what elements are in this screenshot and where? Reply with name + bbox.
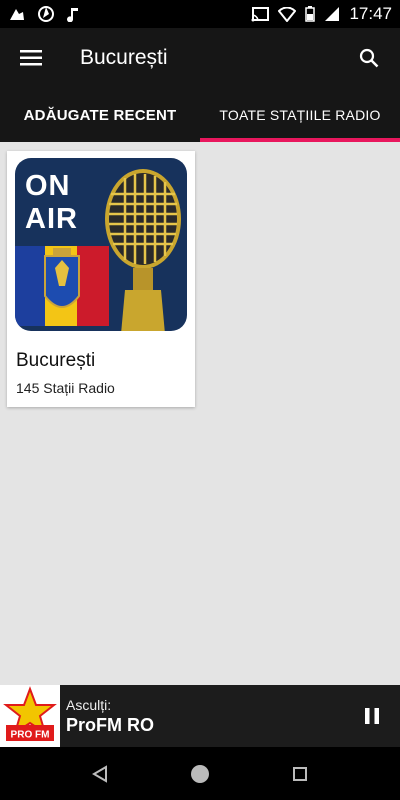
search-button[interactable] (338, 28, 400, 88)
on-air-microphone-image: ON AIR (15, 158, 187, 331)
nav-back-button[interactable] (85, 759, 115, 789)
now-playing-bar[interactable]: PRO FM Asculți: ProFM RO (0, 685, 400, 747)
status-time: 17:47 (349, 4, 392, 23)
menu-button[interactable] (0, 28, 62, 88)
on-air-text: ON AIR (25, 170, 78, 236)
station-card-title: București (16, 350, 96, 371)
now-playing-station: ProFM RO (66, 714, 154, 735)
app-bar: București (0, 28, 400, 88)
station-card[interactable]: ON AIR București 145 Stații Radio (7, 151, 195, 407)
now-playing-label: Asculți: (66, 696, 112, 713)
station-logo: PRO FM (0, 685, 60, 747)
signal-icon (325, 7, 340, 21)
tab-bar: ADĂUGATE RECENT TOATE STAȚIILE RADIO (0, 88, 400, 142)
tab-all-radio-stations[interactable]: TOATE STAȚIILE RADIO (200, 88, 400, 142)
recents-square-icon (293, 766, 307, 781)
station-card-count: 145 Stații Radio (16, 380, 115, 396)
nav-home-button[interactable] (185, 759, 215, 789)
svg-text:PRO FM: PRO FM (11, 730, 50, 741)
nav-recents-button[interactable] (285, 759, 315, 789)
battery-icon (305, 6, 316, 22)
pause-button[interactable] (344, 685, 400, 747)
music-note-icon (67, 8, 78, 22)
pause-icon (365, 708, 379, 724)
aperture-icon (38, 6, 54, 22)
station-grid: ON AIR București 145 Stații Radio (0, 142, 400, 680)
weather-icon (10, 9, 24, 20)
cast-icon (251, 6, 270, 21)
home-circle-icon (191, 764, 209, 783)
wifi-icon (278, 6, 297, 22)
microphone-icon (105, 169, 181, 331)
page-title: București (80, 46, 168, 69)
profm-logo-icon: PRO FM (3, 686, 57, 741)
search-icon (359, 48, 379, 68)
hamburger-menu-icon (20, 50, 42, 66)
status-bar: 17:47 (0, 0, 400, 28)
tab-recently-added[interactable]: ADĂUGATE RECENT (0, 88, 200, 142)
system-nav-bar (0, 747, 400, 800)
back-triangle-icon (92, 764, 107, 783)
